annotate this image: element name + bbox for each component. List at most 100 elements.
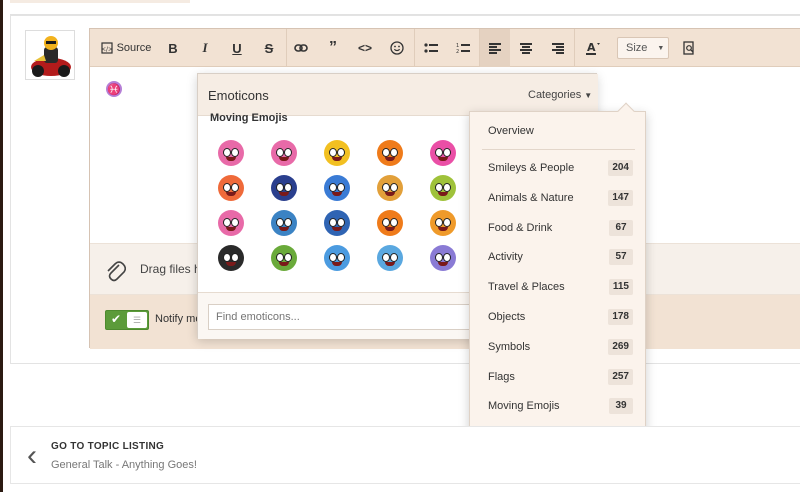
emoji-mouth (438, 262, 448, 266)
emoji-mouth (226, 157, 236, 161)
category-item[interactable]: Animals & Nature 147 (470, 183, 647, 213)
emoji-mouth (226, 192, 236, 196)
editor-toolbar: </> Source B I U S ” <> 12 A Size ▼ (90, 29, 800, 67)
category-item[interactable]: Flags 257 (470, 362, 647, 392)
category-item[interactable]: Objects 178 (470, 302, 647, 332)
animated-emoji[interactable] (430, 210, 456, 236)
animated-emoji[interactable] (377, 210, 403, 236)
chevron-down-icon: ▼ (657, 44, 665, 52)
quote-button[interactable]: ” (322, 29, 344, 67)
user-avatar[interactable] (25, 30, 75, 80)
topic-listing-nav[interactable]: ‹ GO TO TOPIC LISTING General Talk - Any… (10, 426, 800, 484)
animated-emoji[interactable] (430, 140, 456, 166)
categories-dropdown[interactable]: Categories ▼ (528, 89, 592, 101)
animated-emoji[interactable] (271, 140, 297, 166)
bold-icon: B (168, 40, 178, 56)
category-label: Smileys & People (488, 162, 575, 174)
align-center-button[interactable] (515, 29, 537, 67)
source-button[interactable]: </> Source (98, 29, 154, 67)
avatar-image (26, 31, 74, 79)
numbered-list-button[interactable]: 12 (452, 29, 474, 67)
category-count-badge: 178 (608, 309, 633, 325)
emoji-mouth (332, 227, 342, 231)
caret-down-icon: ▼ (584, 91, 593, 100)
animated-emoji[interactable] (430, 175, 456, 201)
quote-icon: ” (329, 39, 337, 56)
animated-emoji[interactable] (271, 175, 297, 201)
emoticon-button[interactable] (386, 29, 408, 67)
emoji-mouth (332, 262, 342, 266)
categories-label: Categories (528, 89, 582, 101)
category-count-badge: 39 (609, 398, 633, 415)
topic-listing-heading: GO TO TOPIC LISTING (51, 441, 165, 452)
category-label: Food & Drink (488, 221, 553, 234)
animated-emoji[interactable] (324, 245, 350, 271)
category-label: Objects (488, 311, 526, 323)
category-label: Animals & Nature (488, 191, 574, 204)
category-count-badge: 269 (608, 338, 633, 355)
emoji-mouth (438, 157, 448, 161)
category-label: Flags (488, 370, 515, 383)
align-left-button[interactable] (480, 29, 510, 67)
emoji-mouth (279, 227, 289, 231)
animated-emoji[interactable] (218, 245, 244, 271)
align-right-button[interactable] (547, 29, 569, 67)
bold-button[interactable]: B (162, 29, 184, 67)
animated-emoji[interactable] (218, 175, 244, 201)
svg-text:2: 2 (456, 49, 459, 54)
category-item[interactable]: Smileys & People 204 (470, 153, 647, 183)
emoji-mouth (438, 192, 448, 196)
code-button[interactable]: <> (354, 29, 376, 67)
category-label: Activity (488, 251, 523, 264)
animated-emoji[interactable] (430, 245, 456, 271)
code-icon: <> (357, 41, 372, 55)
category-item[interactable]: Travel & Places 115 (470, 272, 647, 302)
category-count-badge: 115 (608, 279, 633, 296)
category-count-badge: 67 (609, 219, 633, 236)
emoji-mouth (226, 227, 236, 231)
animated-emoji[interactable] (218, 210, 244, 236)
animated-emoji[interactable] (271, 245, 297, 271)
category-label: Overview (488, 125, 534, 137)
animated-emoji[interactable] (377, 140, 403, 166)
categories-menu: Overview Smileys & People 204 Animals & Na… (469, 102, 647, 454)
emoji-mouth (279, 192, 289, 196)
emoji-mouth (385, 192, 395, 196)
animated-emoji[interactable] (218, 140, 244, 166)
category-label: Travel & Places (488, 281, 565, 294)
toggle-knob: ☰ (127, 312, 147, 328)
category-item[interactable]: Symbols 269 (470, 332, 647, 362)
emoji-mouth (385, 227, 395, 231)
animated-emoji[interactable] (324, 140, 350, 166)
top-accent (10, 0, 190, 3)
emoji-mouth (438, 227, 448, 231)
category-item[interactable]: Moving Emojis 39 (470, 391, 647, 421)
font-size-select[interactable]: Size ▼ (617, 37, 669, 59)
chevron-left-icon: ‹ (27, 439, 37, 472)
category-label: Moving Emojis (488, 400, 560, 413)
check-icon: ✔ (111, 312, 122, 326)
category-overview[interactable]: Overview (470, 116, 647, 146)
dropzone-text: Drag files h (140, 262, 201, 276)
italic-button[interactable]: I (194, 29, 216, 67)
source-label: Source (116, 42, 152, 54)
category-item[interactable]: Food & Drink 67 (470, 213, 647, 243)
text-color-button[interactable]: A (580, 29, 604, 67)
animated-emoji[interactable] (377, 175, 403, 201)
strikethrough-button[interactable]: S (258, 29, 280, 67)
toolbar-separator (414, 29, 415, 67)
animated-emoji[interactable] (271, 210, 297, 236)
category-label: Symbols (488, 340, 531, 353)
forum-name[interactable]: General Talk - Anything Goes! (51, 459, 197, 471)
bullet-list-button[interactable] (420, 29, 442, 67)
svg-text:A: A (587, 41, 596, 54)
link-button[interactable] (290, 29, 312, 67)
animated-emoji[interactable] (377, 245, 403, 271)
category-item[interactable]: Activity 57 (470, 242, 647, 272)
notify-toggle[interactable]: ✔ ☰ (105, 310, 149, 330)
emoji-mouth (279, 262, 289, 266)
animated-emoji[interactable] (324, 210, 350, 236)
animated-emoji[interactable] (324, 175, 350, 201)
preview-button[interactable] (678, 29, 700, 67)
underline-button[interactable]: U (226, 29, 248, 67)
